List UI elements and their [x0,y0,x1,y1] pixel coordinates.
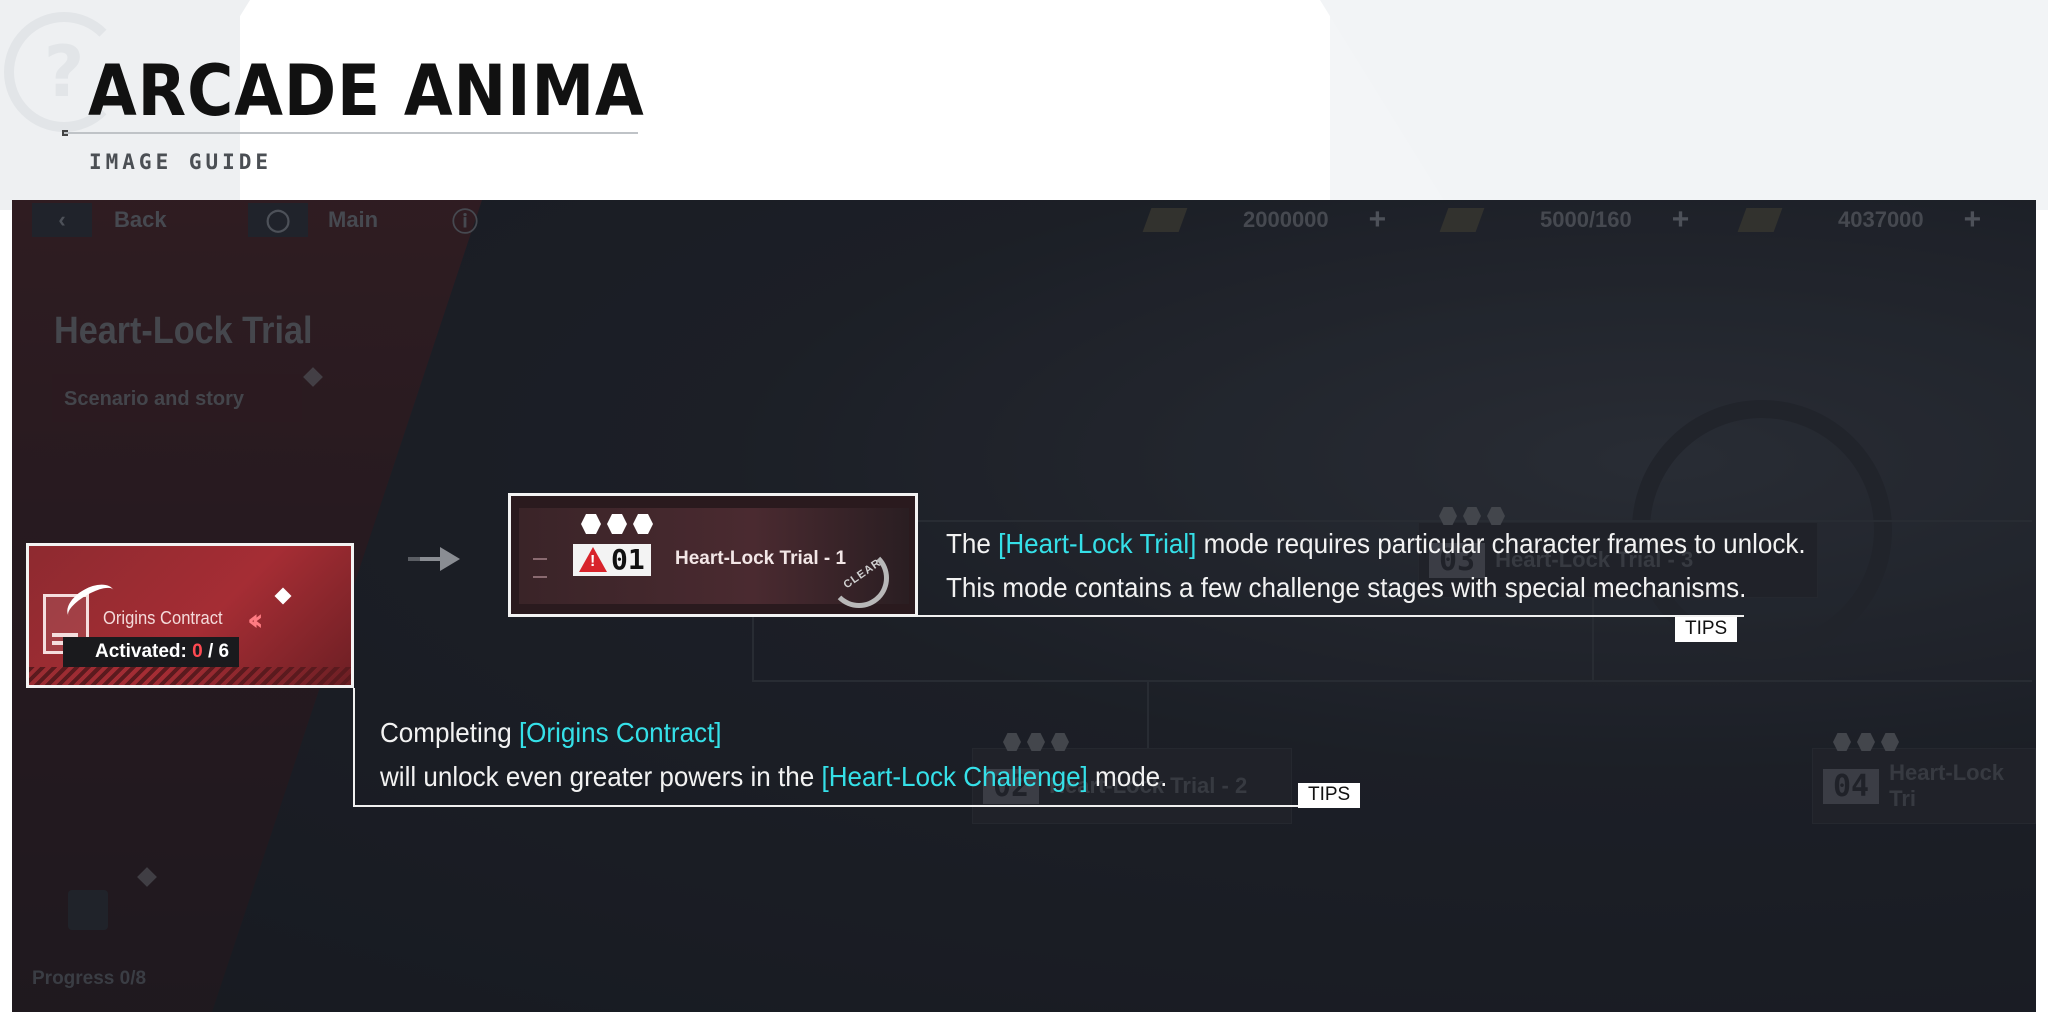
star-hex-icon [607,514,627,534]
tip-highlight: [Heart-Lock Trial] [998,528,1197,559]
tips-badge: TIPS [1675,617,1738,642]
activated-total: / 6 [208,641,230,662]
tip-2-underline [353,805,1298,807]
tip-text: mode requires particular character frame… [1196,528,1806,559]
stage-name: Heart-Lock Trial - 1 [675,548,847,569]
activated-current: 0 [192,641,203,662]
tip-highlight: [Origins Contract] [518,717,722,748]
tip-text: Completing [380,717,519,748]
tip-text: will unlock even greater powers in the [380,761,822,792]
star-rating [581,514,653,534]
star-hex-icon [633,514,653,534]
activated-label: Activated: [95,641,187,662]
stage-number-text: 01 [611,543,645,576]
stage-card-01[interactable]: 01 Heart-Lock Trial - 1 CLEAR [508,493,918,617]
tip-1-underline [918,615,1744,617]
card-stripes [29,667,351,685]
tip-text: The [946,528,999,559]
arrow-tail [420,557,440,561]
deco-dash [533,576,547,578]
tip-2-text: Completing [Origins Contract] will unloc… [380,711,1167,799]
warning-icon [579,547,607,572]
diamond-icon [274,587,292,605]
arrow-right-icon [440,547,460,571]
tip-text: mode. [1087,761,1168,792]
tip-highlight: [Heart-Lock Challenge] [821,761,1088,792]
star-hex-icon [581,514,601,534]
contract-title: Origins Contract [103,608,223,628]
tip-2-connector [353,688,355,807]
chevron-left-icon: ‹‹ [247,603,263,638]
guide-title: ARCADE ANIMA [88,50,645,132]
title-divider [64,132,638,134]
activated-counter: Activated: 0 / 6 [63,637,240,667]
origins-contract-card[interactable]: Origins Contract ‹‹ Activated: 0 / 6 [26,543,354,688]
guide-subtitle: IMAGE GUIDE [89,150,273,174]
tip-text: This mode contains a few challenge stage… [946,572,1747,603]
deco-dash [533,558,547,560]
stage-number: 01 [573,544,651,576]
tips-badge: TIPS [1298,783,1361,808]
tip-1-text: The [Heart-Lock Trial] mode requires par… [946,522,1806,610]
